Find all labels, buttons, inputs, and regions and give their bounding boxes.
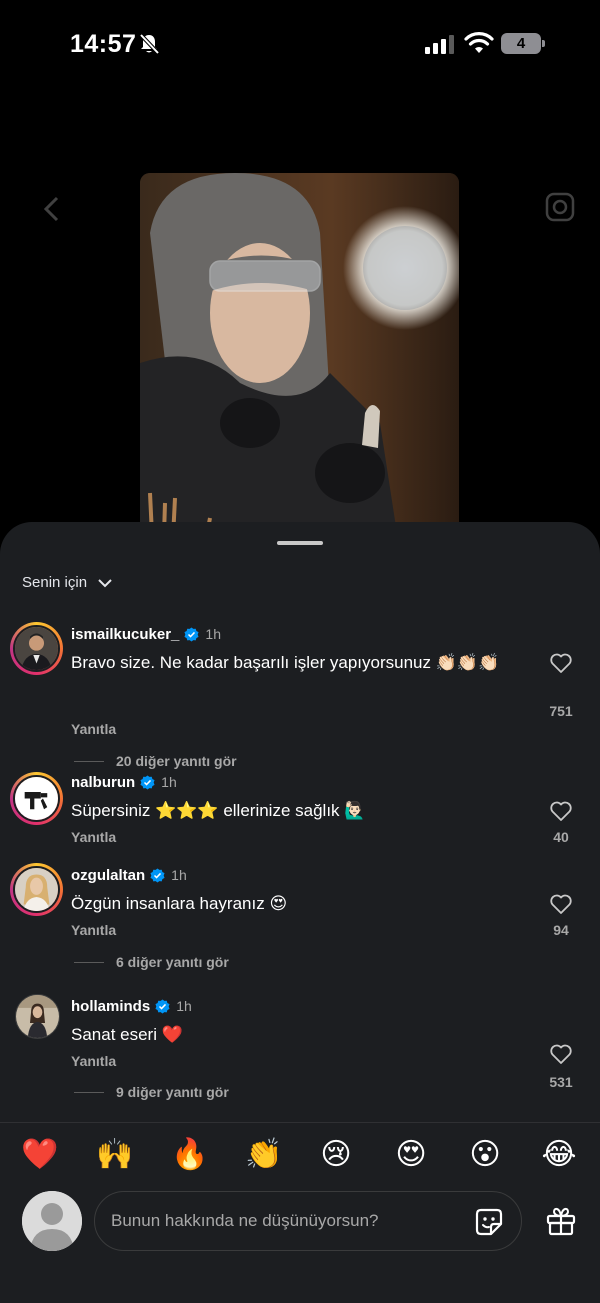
heart-outline-icon[interactable]: [549, 1043, 573, 1065]
reply-button[interactable]: Yanıtla: [71, 922, 116, 938]
comment-text: Bravo size. Ne kadar başarılı işler yapı…: [71, 653, 500, 672]
reply-button[interactable]: Yanıtla: [71, 1053, 116, 1069]
current-user-avatar[interactable]: [22, 1191, 82, 1251]
sticker-icon[interactable]: [473, 1206, 505, 1238]
comment-header: nalburun 1h: [71, 772, 177, 792]
verified-badge-icon: [140, 774, 155, 790]
reaction-clap[interactable]: 👏: [245, 1137, 282, 1173]
comment-username[interactable]: ismailkucuker_: [71, 626, 179, 643]
like-count: 531: [549, 1074, 573, 1090]
comment-username[interactable]: hollaminds: [71, 998, 150, 1015]
comment-text: Özgün insanlara hayranız 😍: [71, 894, 288, 913]
quick-reactions: ❤️ 🙌 🔥 👏 😢 😍 😮 😂: [0, 1137, 600, 1177]
comment-text: Süpersiniz ⭐⭐⭐ ellerinize sağlık 🙋🏻‍♂️: [71, 801, 366, 820]
comment-header: ismailkucuker_ 1h: [71, 624, 221, 644]
comment-time: 1h: [161, 774, 177, 790]
wifi-icon: [464, 32, 494, 53]
reaction-surprised[interactable]: 😮: [467, 1137, 503, 1173]
view-more-replies-label: 20 diğer yanıtı gör: [116, 753, 237, 769]
video-area: [0, 88, 600, 598]
heart-outline-icon[interactable]: [549, 652, 573, 674]
status-bar: 14:57 4: [0, 0, 600, 88]
comment-time: 1h: [171, 867, 187, 883]
comment-header: hollaminds 1h: [71, 996, 192, 1016]
battery-tip: [542, 40, 545, 47]
view-more-replies[interactable]: 20 diğer yanıtı gör: [74, 753, 237, 769]
reaction-fire[interactable]: 🔥: [171, 1137, 208, 1173]
reply-button[interactable]: Yanıtla: [71, 721, 116, 737]
comment-time: 1h: [205, 626, 221, 642]
reaction-raised-hands[interactable]: 🙌: [96, 1137, 133, 1173]
view-more-replies-label: 9 diğer yanıtı gör: [116, 1084, 229, 1100]
reaction-laugh[interactable]: 😂: [541, 1137, 577, 1173]
reaction-heart-eyes[interactable]: 😍: [393, 1137, 429, 1173]
comment-text: Sanat eseri ❤️: [71, 1025, 183, 1044]
chevron-down-icon: [98, 578, 112, 587]
avatar[interactable]: [10, 772, 63, 825]
gift-icon[interactable]: [545, 1205, 577, 1237]
comment-input[interactable]: Bunun hakkında ne düşünüyorsun?: [94, 1191, 522, 1251]
status-time: 14:57: [70, 30, 137, 58]
sheet-drag-handle[interactable]: [277, 541, 323, 545]
cellular-signal-icon: [425, 35, 454, 54]
view-more-replies[interactable]: 9 diğer yanıtı gör: [74, 1084, 229, 1100]
reply-button[interactable]: Yanıtla: [71, 829, 116, 845]
verified-badge-icon: [155, 998, 170, 1014]
verified-badge-icon: [150, 867, 165, 883]
filter-label: Senin için: [22, 574, 88, 591]
reaction-heart[interactable]: ❤️: [21, 1137, 58, 1173]
camera-icon[interactable]: [545, 192, 575, 222]
comment-time: 1h: [176, 998, 192, 1014]
battery-level: 4: [501, 33, 541, 54]
like-count: 40: [553, 829, 569, 845]
back-arrow-icon[interactable]: [42, 196, 62, 222]
view-more-replies[interactable]: 6 diğer yanıtı gör: [74, 954, 229, 970]
battery-indicator: 4: [501, 33, 545, 54]
reaction-cry[interactable]: 😢: [318, 1137, 354, 1173]
comment-header: ozgulaltan 1h: [71, 865, 187, 885]
comment-filter-dropdown[interactable]: Senin için: [22, 574, 113, 591]
like-count: 751: [549, 703, 573, 719]
heart-outline-icon[interactable]: [549, 800, 573, 822]
bell-slash-icon: [139, 33, 159, 55]
comment-username[interactable]: nalburun: [71, 774, 135, 791]
comment-username[interactable]: ozgulaltan: [71, 867, 145, 884]
avatar[interactable]: [15, 994, 60, 1039]
like-count: 94: [553, 922, 569, 938]
comment-composer-bar: ❤️ 🙌 🔥 👏 😢 😍 😮 😂 Bunun hakkında ne düşün…: [0, 1122, 600, 1303]
avatar[interactable]: [10, 863, 63, 916]
view-more-replies-label: 6 diğer yanıtı gör: [116, 954, 229, 970]
heart-outline-icon[interactable]: [549, 893, 573, 915]
avatar[interactable]: [10, 622, 63, 675]
verified-badge-icon: [184, 626, 199, 642]
comment-input-placeholder: Bunun hakkında ne düşünüyorsun?: [111, 1211, 379, 1230]
